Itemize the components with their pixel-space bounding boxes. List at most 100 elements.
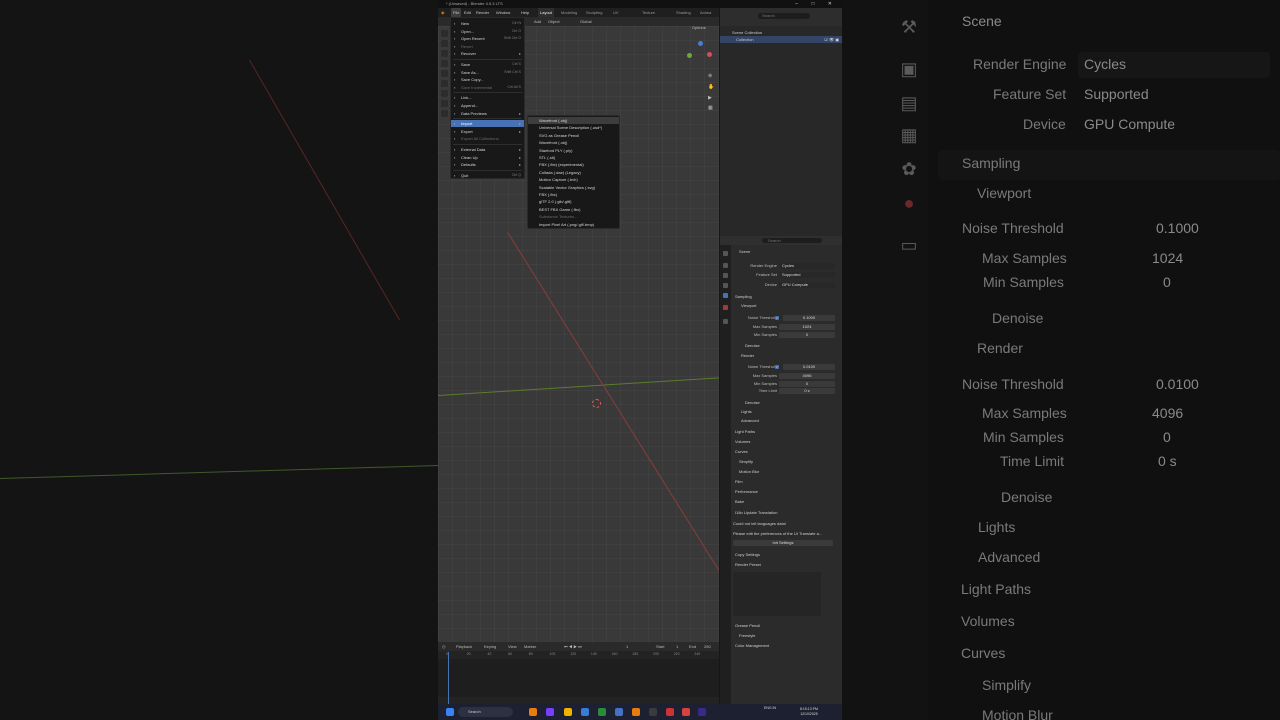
visibility-toggles[interactable]: ☑ 👁 ▣ — [824, 36, 839, 43]
timeline-keying-menu[interactable]: Keying — [484, 642, 496, 651]
file-menu-item-append[interactable]: ▪ Append... — [451, 102, 524, 109]
lights-subpanel[interactable]: Lights — [731, 408, 842, 416]
import-item-best-fbx-game-fbx[interactable]: BEST FBX Game (.fbx) — [528, 206, 619, 213]
timeline-view-menu[interactable]: View — [508, 642, 517, 651]
properties-search[interactable]: Search — [762, 238, 822, 243]
file-menu-item-link[interactable]: ▪ Link... — [451, 94, 524, 101]
import-item-stl-stl[interactable]: STL (.stl) — [528, 154, 619, 161]
init-settings-button[interactable]: Init Settings — [733, 540, 833, 546]
current-frame-field[interactable]: 1 — [626, 642, 628, 651]
timeline[interactable]: ◷ Playback Keying View Marker ⏮ ◀ ▶ ⏭ 1 … — [438, 642, 719, 704]
perspective-toggle-icon[interactable]: ▦ — [708, 106, 713, 111]
motion-blur-panel[interactable]: Motion Blur — [731, 468, 842, 476]
collection-tab-icon[interactable] — [723, 319, 728, 324]
playback-controls[interactable]: ⏮ ◀ ▶ ⏭ — [564, 642, 582, 651]
cursor-tool-icon[interactable] — [441, 40, 448, 47]
render-max-samples-field[interactable]: 4096 — [779, 373, 835, 379]
viewport-noise-threshold-field[interactable]: 0.1000 — [783, 315, 835, 321]
pan-hand-icon[interactable]: ✋ — [708, 85, 714, 90]
file-menu-item-import[interactable]: ▪ Import ▸ — [451, 120, 524, 128]
workspace-tab-modeling[interactable]: Modeling — [561, 8, 577, 17]
app-icon-1[interactable] — [529, 708, 537, 716]
viewport-min-samples-field[interactable]: 0 — [779, 332, 835, 338]
render-denoise-subpanel[interactable]: Denoise — [731, 399, 842, 407]
import-item-motion-capture-bvh[interactable]: Motion Capture (.bvh) — [528, 176, 619, 183]
3d-cursor[interactable] — [592, 399, 601, 408]
app-icon-3[interactable] — [581, 708, 589, 716]
render-noise-threshold-checkbox[interactable]: ✓ — [775, 365, 779, 369]
properties-editor[interactable]: Search Scene Render Engine Cycles Featur… — [719, 236, 842, 704]
volumes-panel[interactable]: Volumes — [731, 438, 842, 446]
menu-file[interactable]: File — [451, 8, 462, 17]
file-menu-item-clean-up[interactable]: ▪ Clean Up ▸ — [451, 154, 524, 161]
view-layer-tab-icon[interactable] — [723, 283, 728, 288]
world-tab-icon[interactable] — [723, 305, 728, 310]
start-windows-icon[interactable] — [446, 708, 454, 716]
render-preset-list[interactable] — [733, 572, 821, 616]
device-dropdown[interactable]: GPU Compute — [779, 282, 835, 288]
curves-panel[interactable]: Curves — [731, 448, 842, 456]
chrome-icon[interactable] — [682, 708, 690, 716]
file-menu-item-new[interactable]: ▪ New Ctrl N — [451, 20, 524, 27]
noise-threshold-checkbox[interactable]: ✓ — [775, 316, 779, 320]
import-item-import-pixel-art-png-gif-bmp[interactable]: Import Pixel Art (.png/.gif/.bmp) — [528, 221, 619, 228]
app-icon-6[interactable] — [649, 708, 657, 716]
taskbar-search[interactable]: Search — [458, 707, 513, 717]
workspace-tab-sculpting[interactable]: Sculpting — [586, 8, 602, 17]
app-icon-2[interactable] — [546, 708, 554, 716]
file-menu-item-data-previews[interactable]: ▪ Data Previews ▸ — [451, 110, 524, 117]
outliner-search[interactable]: Search — [758, 13, 810, 19]
gizmo-y-icon[interactable] — [687, 53, 692, 58]
workspace-tab-layout[interactable]: Layout — [538, 8, 555, 17]
outliner-scene-collection[interactable]: Scene Collection — [720, 29, 842, 36]
outliner[interactable]: Search Scene Collection Collection ☑ 👁 ▣ — [719, 8, 842, 236]
import-item-gltf-2-0-glb-gltf[interactable]: glTF 2.0 (.glb/.gltf) — [528, 198, 619, 205]
file-menu-item-quit[interactable]: ▪ Quit Ctrl Q — [451, 172, 524, 179]
import-item-scalable-vector-graphics-svg[interactable]: Scalable Vector Graphics (.svg) — [528, 184, 619, 191]
advanced-subpanel[interactable]: Advanced — [731, 417, 842, 425]
app-icon-4[interactable] — [598, 708, 606, 716]
output-tab-icon[interactable] — [723, 273, 728, 278]
render-engine-dropdown[interactable]: Cycles — [779, 263, 835, 269]
viewport-subpanel[interactable]: Viewport — [731, 302, 842, 310]
render-noise-threshold-field[interactable]: 0.0100 — [783, 364, 835, 370]
zoom-icon[interactable]: ⊕ — [708, 74, 713, 79]
viewport-add-menu[interactable]: Add — [534, 17, 541, 26]
move-tool-icon[interactable] — [441, 50, 448, 57]
color-management-panel[interactable]: Color Management — [731, 642, 842, 650]
freestyle-panel[interactable]: Freestyle — [731, 632, 842, 640]
grease-pencil-panel[interactable]: Grease Pencil — [731, 622, 842, 630]
rotate-tool-icon[interactable] — [441, 60, 448, 67]
timeline-editor-icon[interactable]: ◷ — [442, 642, 446, 651]
measure-tool-icon[interactable] — [441, 100, 448, 107]
sampling-panel[interactable]: Sampling — [731, 293, 842, 301]
file-menu-item-defaults[interactable]: ▪ Defaults ▸ — [451, 161, 524, 168]
timeline-track-area[interactable] — [438, 659, 719, 697]
file-menu-item-save-as[interactable]: ▪ Save As... Shift Ctrl S — [451, 69, 524, 76]
import-item-stanford-ply-ply[interactable]: Stanford PLY (.ply) — [528, 147, 619, 154]
copy-settings-panel[interactable]: Copy Settings — [731, 551, 842, 559]
workspace-tab-animation[interactable]: Anima — [700, 8, 711, 17]
window-controls[interactable]: – □ ✕ — [795, 0, 838, 8]
scale-tool-icon[interactable] — [441, 70, 448, 77]
file-menu-item-open[interactable]: ▪ Open... Ctrl O — [451, 28, 524, 35]
light-paths-panel[interactable]: Light Paths — [731, 428, 842, 436]
gizmo-x-icon[interactable] — [707, 52, 712, 57]
import-item-wavefront-obj[interactable]: Wavefront (.obj) — [528, 139, 619, 146]
transform-orientation[interactable]: Global — [580, 17, 592, 26]
app-icon-5[interactable] — [615, 708, 623, 716]
gizmo-z-icon[interactable] — [698, 41, 703, 46]
menu-window[interactable]: Window — [496, 8, 510, 17]
import-item-fbx-fbx[interactable]: FBX (.fbx) — [528, 191, 619, 198]
menu-edit[interactable]: Edit — [464, 8, 471, 17]
taskbar-clock[interactable]: 8:15:13 PM 12/10/2025 — [800, 707, 818, 717]
viewport-object-menu[interactable]: Object — [548, 17, 560, 26]
scene-tab-icon[interactable] — [723, 293, 728, 298]
import-item-svg-as-grease-pencil[interactable]: SVG as Grease Pencil — [528, 132, 619, 139]
simplify-panel[interactable]: Simplify — [731, 458, 842, 466]
workspace-tab-shading[interactable]: Shading — [676, 8, 691, 17]
select-tool-icon[interactable] — [441, 30, 448, 37]
i18n-panel[interactable]: I18n Update Translation — [731, 509, 842, 517]
import-item-wavefront-obj[interactable]: Wavefront (.obj) — [528, 117, 619, 125]
viewport-max-samples-field[interactable]: 1024 — [779, 324, 835, 330]
